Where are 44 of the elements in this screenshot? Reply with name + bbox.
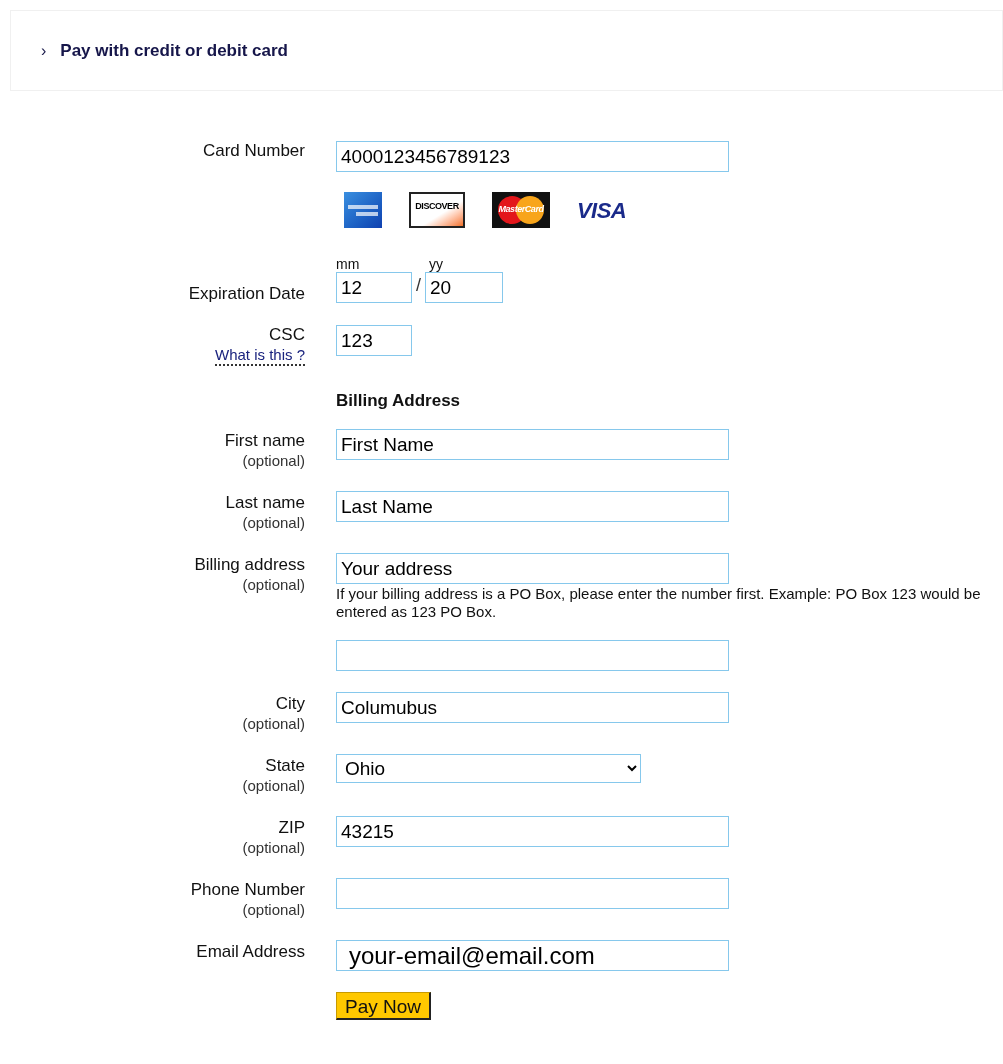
chevron-icon: › [41, 38, 47, 63]
section-heading: Billing Address [336, 390, 461, 412]
field-label: State [265, 755, 305, 776]
what-is-this-link[interactable]: What is this ? [214, 345, 305, 366]
field-label: Card Number [202, 141, 305, 161]
visa-logo: VISA [577, 196, 627, 225]
optional-note: (optional) [242, 776, 305, 796]
section-title: Pay with credit or debit card [60, 39, 288, 62]
pay-now-button[interactable]: Pay Now [336, 992, 432, 1020]
state-dropdown[interactable]: Ohio [336, 754, 641, 783]
email-field[interactable]: your-email@email.com [336, 940, 729, 971]
text-field[interactable]: Your address [336, 553, 729, 584]
field-label: CSC [269, 325, 305, 345]
field-label: Expiration Date [188, 284, 305, 303]
amex-logo-icon [344, 192, 382, 228]
field-label: Billing address [194, 554, 305, 575]
month-field[interactable]: 12 [336, 272, 412, 303]
optional-note: (optional) [242, 714, 305, 734]
text-field[interactable] [336, 878, 729, 909]
optional-note: (optional) [242, 575, 305, 595]
text-field[interactable] [336, 640, 729, 671]
optional-note: (optional) [242, 838, 305, 858]
csc-field[interactable]: 123 [336, 325, 412, 356]
text-field[interactable]: Columubus [336, 692, 729, 723]
text-field[interactable]: 43215 [336, 816, 729, 847]
optional-note: (optional) [242, 513, 305, 533]
optional-note: (optional) [242, 451, 305, 471]
field-label: Last name [225, 492, 305, 513]
section-header[interactable]: › Pay with credit or debit card [10, 10, 1003, 91]
optional-note: (optional) [242, 900, 305, 920]
field-label: Phone Number [190, 879, 305, 900]
year-field[interactable]: 20 [425, 272, 503, 303]
text-field[interactable]: Last Name [336, 491, 729, 522]
field-label: City [275, 693, 305, 714]
month-caption: mm [336, 256, 361, 272]
text-field[interactable]: First Name [336, 429, 729, 460]
field-label: Email Address [196, 941, 305, 962]
discover-logo: DISCOVER [409, 192, 465, 228]
card-number-field[interactable]: 4000123456789123 [336, 141, 729, 172]
field-label: ZIP [278, 817, 305, 838]
help-text: If your billing address is a PO Box, please enter the number first. Example: PO Box 123 would be entered as 123 PO Box. [336, 585, 982, 621]
field-label: First name [224, 430, 305, 451]
year-caption: yy [428, 256, 444, 272]
date-separator: / [416, 274, 421, 297]
